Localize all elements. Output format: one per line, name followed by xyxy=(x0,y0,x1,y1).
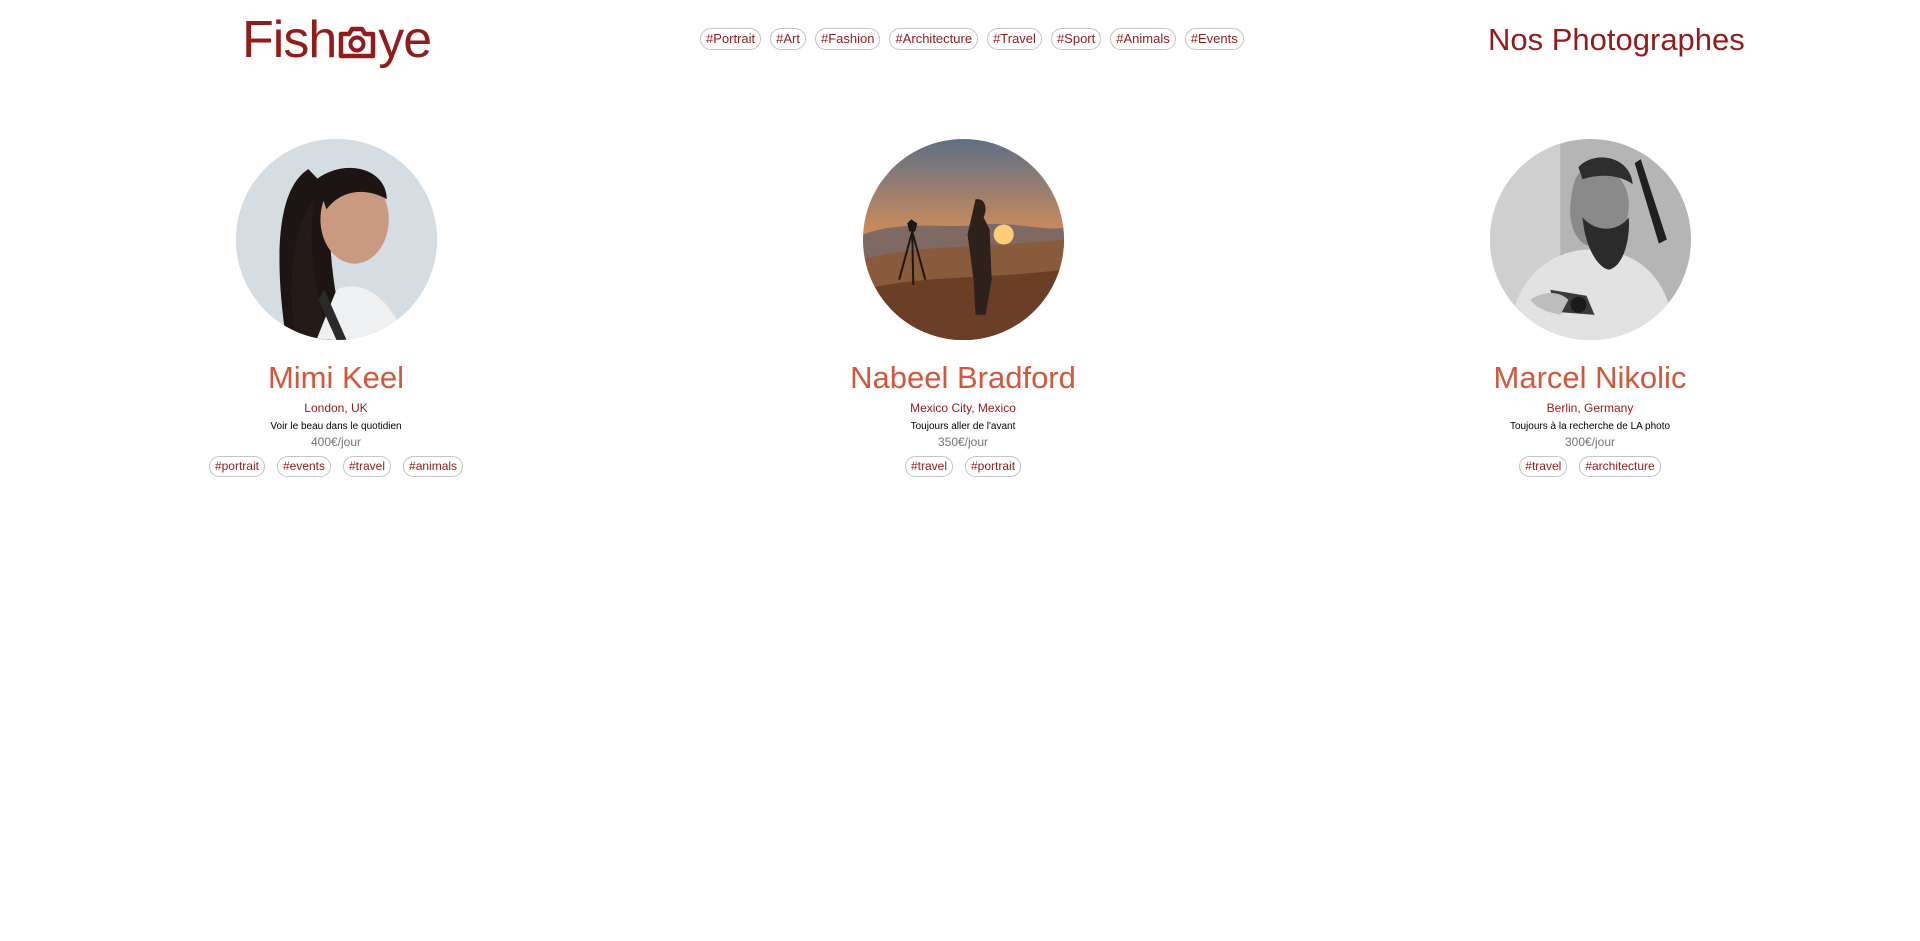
logo-link[interactable]: Fish ye xyxy=(242,10,432,70)
header: Fish ye #Portrait #Art #Fashion #Archite… xyxy=(0,0,1920,80)
tag-events[interactable]: #events xyxy=(276,456,331,477)
filter-tag-art[interactable]: #Art xyxy=(770,28,806,50)
portrait-photo xyxy=(235,139,437,340)
photographer-tagline: Toujours aller de l'avant xyxy=(910,421,1016,432)
photographer-tagline: Toujours à la recherche de LA photo xyxy=(1509,421,1671,432)
photographer-price: 400€/jour xyxy=(310,435,362,449)
logo-text-end: ye xyxy=(378,11,432,69)
photographer-avatar[interactable] xyxy=(862,139,1064,340)
photographer-tags: #travel #portrait xyxy=(904,456,1022,477)
photographer-avatar[interactable] xyxy=(235,139,437,340)
photographer-card: Mimi Keel London, UK Voir le beau dans l… xyxy=(126,139,546,477)
tag-portrait[interactable]: #portrait xyxy=(208,456,265,477)
filter-tag-architecture[interactable]: #Architecture xyxy=(889,28,979,50)
filter-tag-portrait[interactable]: #Portrait xyxy=(700,28,762,50)
tag-portrait[interactable]: #portrait xyxy=(965,456,1022,477)
filter-tag-animals[interactable]: #Animals xyxy=(1110,28,1176,50)
photographer-location: Berlin, Germany xyxy=(1546,401,1634,415)
photographer-name[interactable]: Marcel Nikolic xyxy=(1494,360,1687,396)
tag-animals[interactable]: #animals xyxy=(403,456,464,477)
tag-travel[interactable]: #travel xyxy=(904,456,953,477)
tag-travel[interactable]: #travel xyxy=(343,456,392,477)
photographer-location: Mexico City, Mexico xyxy=(910,401,1016,415)
portrait-photo xyxy=(862,139,1064,340)
photographer-price: 300€/jour xyxy=(1564,435,1616,449)
photographer-avatar[interactable] xyxy=(1489,139,1691,340)
photographer-price: 350€/jour xyxy=(937,435,989,449)
photographer-card: Marcel Nikolic Berlin, Germany Toujours … xyxy=(1380,139,1800,477)
page-title: Nos Photographes xyxy=(1488,22,1745,57)
tag-architecture[interactable]: #architecture xyxy=(1579,456,1661,477)
photographer-tags: #travel #architecture xyxy=(1519,456,1661,477)
filter-tag-sport[interactable]: #Sport xyxy=(1050,28,1102,50)
camera-icon xyxy=(337,20,377,64)
filter-tag-travel[interactable]: #Travel xyxy=(987,28,1042,50)
photographer-location: London, UK xyxy=(304,401,368,415)
filter-tag-events[interactable]: #Events xyxy=(1184,28,1244,50)
filter-tag-fashion[interactable]: #Fashion xyxy=(814,28,881,50)
logo-text-start: Fish xyxy=(242,11,337,69)
photographer-tagline: Voir le beau dans le quotidien xyxy=(270,421,402,432)
tag-filter-list: #Portrait #Art #Fashion #Architecture #T… xyxy=(700,28,1244,50)
photographer-name[interactable]: Nabeel Bradford xyxy=(850,360,1076,396)
page: Fish ye #Portrait #Art #Fashion #Archite… xyxy=(0,0,1920,941)
photographer-name[interactable]: Mimi Keel xyxy=(268,360,404,396)
photographer-card: Nabeel Bradford Mexico City, Mexico Touj… xyxy=(753,139,1173,477)
portrait-photo xyxy=(1489,139,1691,340)
photographer-tags: #portrait #events #travel #animals xyxy=(208,456,464,477)
tag-travel[interactable]: #travel xyxy=(1519,456,1568,477)
